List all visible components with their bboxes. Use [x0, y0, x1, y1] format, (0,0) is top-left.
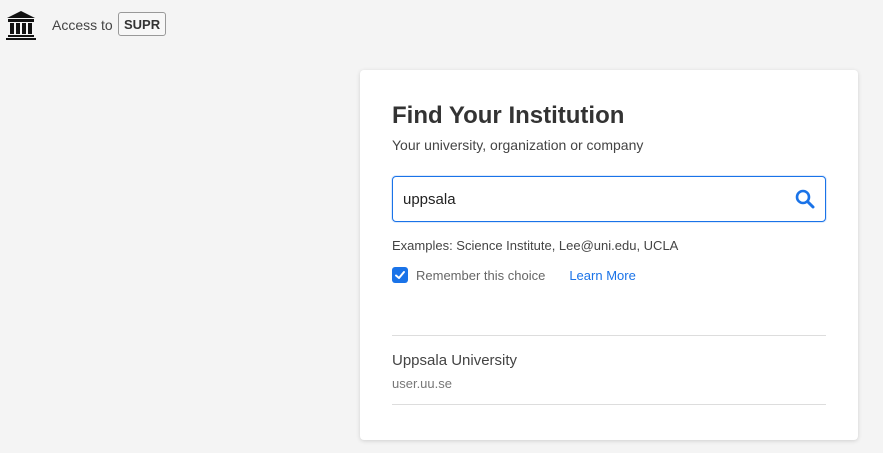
result-institution-domain: user.uu.se: [392, 376, 452, 391]
learn-more-link[interactable]: Learn More: [569, 268, 635, 283]
results-bottom-divider: [392, 404, 826, 405]
remember-choice-checkbox[interactable]: [392, 267, 408, 283]
access-label: Access to: [52, 17, 113, 33]
institution-search-input[interactable]: [403, 177, 783, 221]
page-subtitle: Your university, organization or company: [392, 137, 644, 153]
search-box: [392, 176, 826, 222]
institution-result-item[interactable]: Uppsala University user.uu.se: [392, 336, 826, 404]
service-name-badge: SUPR: [118, 12, 167, 36]
page-title: Find Your Institution: [392, 102, 625, 129]
search-examples: Examples: Science Institute, Lee@uni.edu…: [392, 238, 679, 253]
institution-building-icon: [6, 11, 36, 40]
checkmark-icon: [395, 271, 405, 279]
remember-choice-row: Remember this choice Learn More: [392, 266, 636, 284]
search-icon[interactable]: [795, 189, 815, 209]
result-institution-name: Uppsala University: [392, 352, 518, 369]
top-bar: Access to SUPR: [0, 0, 883, 50]
institution-finder-card: Find Your Institution Your university, o…: [360, 70, 858, 440]
remember-choice-label: Remember this choice: [416, 267, 546, 283]
